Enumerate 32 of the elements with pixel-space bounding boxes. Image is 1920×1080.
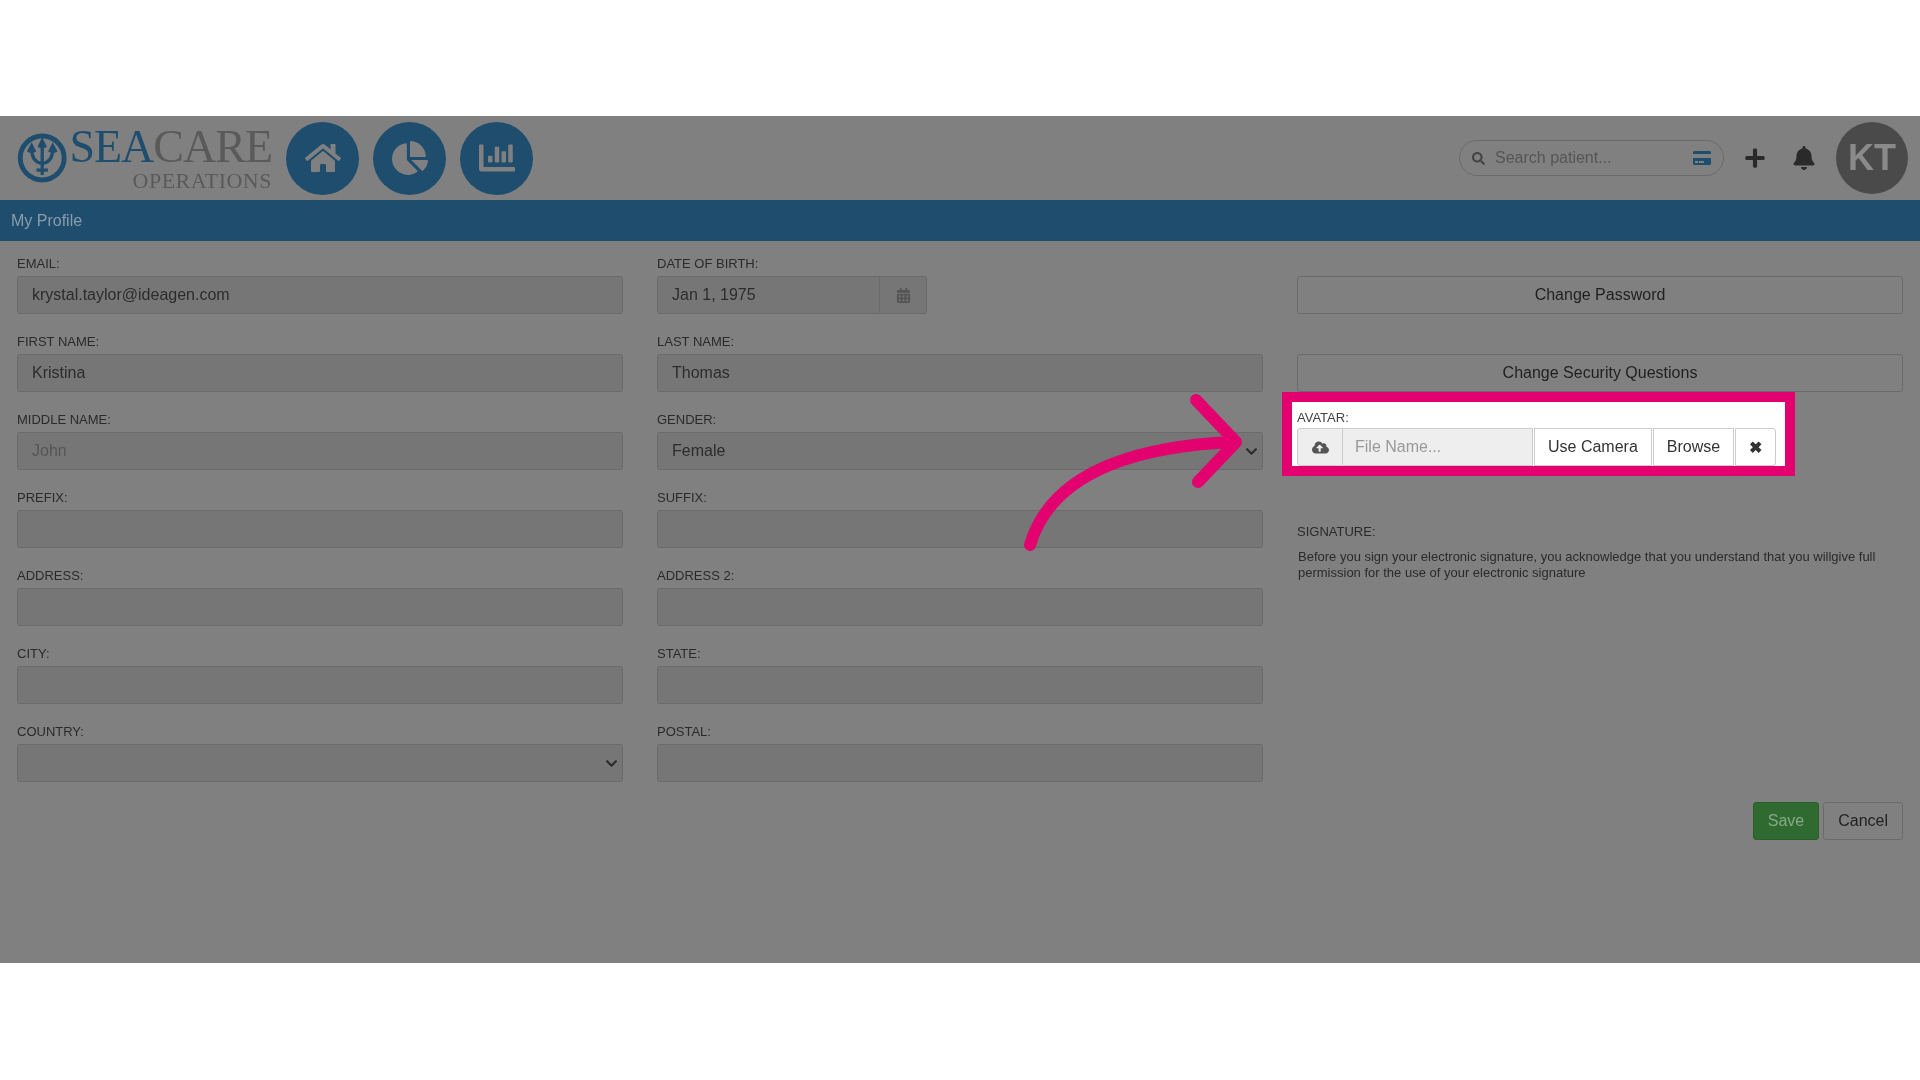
field-label: POSTAL:	[657, 724, 712, 739]
dropdown[interactable]: Female	[657, 432, 1263, 470]
file-name-field[interactable]: File Name...	[1343, 428, 1533, 466]
settings-button[interactable]: Change Password	[1297, 276, 1903, 314]
save-button[interactable]: Save	[1752, 801, 1820, 840]
field-label: PREFIX:	[17, 490, 69, 505]
field-label: LAST NAME:	[657, 334, 736, 349]
field-label: GENDER:	[657, 412, 718, 427]
date-field[interactable]: Jan 1, 1975	[657, 276, 880, 314]
field-label: EMAIL:	[17, 256, 61, 271]
text-field[interactable]: krystal.taylor@ideagen.com	[17, 276, 623, 314]
text-field[interactable]: Thomas	[657, 354, 1263, 392]
clear-button[interactable]: ✖	[1735, 428, 1777, 466]
field-label: CITY:	[17, 646, 51, 661]
avatar-button[interactable]: Browse	[1652, 428, 1735, 466]
avatar-button[interactable]: Use Camera	[1534, 428, 1652, 466]
signature-label: SIGNATURE:	[1297, 524, 1377, 539]
settings-button[interactable]: Change Security Questions	[1297, 354, 1903, 392]
field-label: ADDRESS:	[17, 568, 85, 583]
field-label: COUNTRY:	[17, 724, 85, 739]
user-avatar[interactable]: KT	[1836, 122, 1908, 194]
field-label: SUFFIX:	[657, 490, 708, 505]
field-label: MIDDLE NAME:	[17, 412, 112, 427]
field-label: DATE OF BIRTH:	[657, 256, 760, 271]
field-label: FIRST NAME:	[17, 334, 101, 349]
field-label: ADDRESS 2:	[657, 568, 736, 583]
signature-notice: Before you sign your electronic signature, you acknowledge that you understand that you willgive full permission for the use of your electronic signature	[1298, 549, 1877, 582]
avatar-label: AVATAR:	[1297, 410, 1350, 425]
page-title: My Profile	[11, 211, 83, 230]
text-field[interactable]: Kristina	[17, 354, 623, 392]
field-label: STATE:	[657, 646, 702, 661]
cancel-button[interactable]: Cancel	[1823, 801, 1903, 840]
